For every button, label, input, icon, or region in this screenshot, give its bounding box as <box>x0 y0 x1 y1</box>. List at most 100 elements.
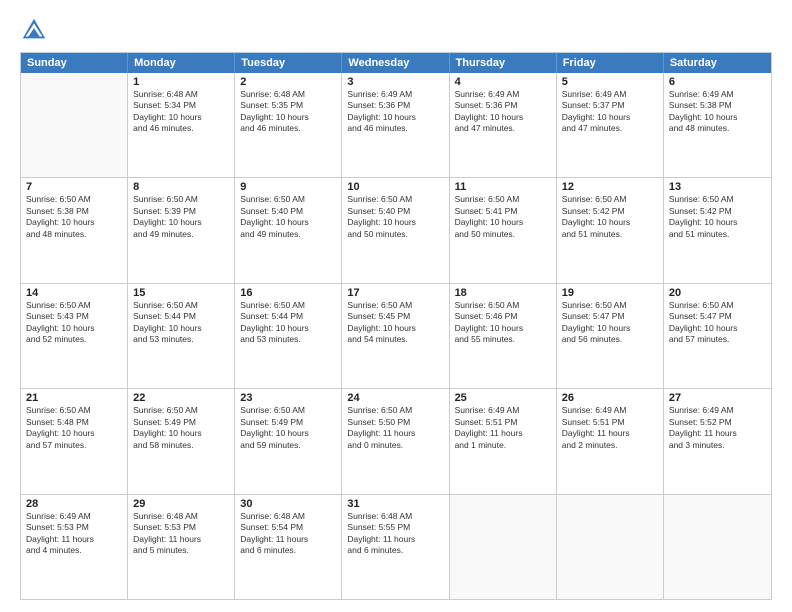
cal-cell: 16Sunrise: 6:50 AMSunset: 5:44 PMDayligh… <box>235 284 342 388</box>
day-number: 11 <box>455 181 551 193</box>
cell-line: and 48 minutes. <box>26 229 122 240</box>
cell-line: Sunrise: 6:49 AM <box>562 89 658 100</box>
day-number: 18 <box>455 287 551 299</box>
day-number: 23 <box>240 392 336 404</box>
cal-header-cell: Thursday <box>450 53 557 73</box>
cal-cell <box>557 495 664 599</box>
cell-line: Daylight: 10 hours <box>455 323 551 334</box>
cell-line: Daylight: 11 hours <box>26 534 122 545</box>
cell-line: Sunset: 5:48 PM <box>26 417 122 428</box>
cal-header-cell: Saturday <box>664 53 771 73</box>
cell-line: Sunset: 5:51 PM <box>562 417 658 428</box>
cell-line: and 2 minutes. <box>562 440 658 451</box>
cell-line: Sunrise: 6:50 AM <box>347 300 443 311</box>
cell-line: Daylight: 10 hours <box>26 428 122 439</box>
cal-cell: 22Sunrise: 6:50 AMSunset: 5:49 PMDayligh… <box>128 389 235 493</box>
cell-line: and 56 minutes. <box>562 334 658 345</box>
cell-line: and 55 minutes. <box>455 334 551 345</box>
cal-cell: 29Sunrise: 6:48 AMSunset: 5:53 PMDayligh… <box>128 495 235 599</box>
cell-line: Sunrise: 6:48 AM <box>347 511 443 522</box>
cal-cell: 31Sunrise: 6:48 AMSunset: 5:55 PMDayligh… <box>342 495 449 599</box>
cell-line: and 50 minutes. <box>347 229 443 240</box>
cal-cell: 2Sunrise: 6:48 AMSunset: 5:35 PMDaylight… <box>235 73 342 177</box>
cell-line: and 6 minutes. <box>240 545 336 556</box>
cell-line: and 46 minutes. <box>240 123 336 134</box>
day-number: 25 <box>455 392 551 404</box>
cal-cell: 26Sunrise: 6:49 AMSunset: 5:51 PMDayligh… <box>557 389 664 493</box>
cell-line: Daylight: 10 hours <box>562 112 658 123</box>
cal-cell: 10Sunrise: 6:50 AMSunset: 5:40 PMDayligh… <box>342 178 449 282</box>
cell-line: Daylight: 11 hours <box>669 428 766 439</box>
cal-cell: 27Sunrise: 6:49 AMSunset: 5:52 PMDayligh… <box>664 389 771 493</box>
cell-line: Daylight: 11 hours <box>562 428 658 439</box>
cal-cell: 8Sunrise: 6:50 AMSunset: 5:39 PMDaylight… <box>128 178 235 282</box>
cell-line: and 53 minutes. <box>133 334 229 345</box>
calendar-body: 1Sunrise: 6:48 AMSunset: 5:34 PMDaylight… <box>21 73 771 599</box>
cell-line: Sunset: 5:49 PM <box>133 417 229 428</box>
cal-cell <box>664 495 771 599</box>
cell-line: Sunset: 5:44 PM <box>133 311 229 322</box>
day-number: 12 <box>562 181 658 193</box>
cell-line: Daylight: 10 hours <box>240 323 336 334</box>
cell-line: Daylight: 10 hours <box>562 323 658 334</box>
cell-line: Sunrise: 6:50 AM <box>669 300 766 311</box>
cell-line: Sunset: 5:52 PM <box>669 417 766 428</box>
cell-line: Daylight: 10 hours <box>669 112 766 123</box>
cal-row: 1Sunrise: 6:48 AMSunset: 5:34 PMDaylight… <box>21 73 771 177</box>
cal-cell: 19Sunrise: 6:50 AMSunset: 5:47 PMDayligh… <box>557 284 664 388</box>
cal-cell: 11Sunrise: 6:50 AMSunset: 5:41 PMDayligh… <box>450 178 557 282</box>
cell-line: Sunset: 5:39 PM <box>133 206 229 217</box>
day-number: 14 <box>26 287 122 299</box>
cell-line: Sunset: 5:43 PM <box>26 311 122 322</box>
day-number: 15 <box>133 287 229 299</box>
cell-line: and 57 minutes. <box>26 440 122 451</box>
cell-line: Sunrise: 6:48 AM <box>133 89 229 100</box>
cell-line: Sunrise: 6:49 AM <box>455 405 551 416</box>
calendar-page: SundayMondayTuesdayWednesdayThursdayFrid… <box>0 0 792 612</box>
cal-cell: 23Sunrise: 6:50 AMSunset: 5:49 PMDayligh… <box>235 389 342 493</box>
cell-line: Daylight: 10 hours <box>347 217 443 228</box>
cell-line: Sunrise: 6:50 AM <box>133 300 229 311</box>
day-number: 3 <box>347 76 443 88</box>
cell-line: Sunrise: 6:50 AM <box>26 405 122 416</box>
cell-line: Sunset: 5:35 PM <box>240 100 336 111</box>
cell-line: and 49 minutes. <box>240 229 336 240</box>
cell-line: Sunset: 5:46 PM <box>455 311 551 322</box>
cell-line: Sunrise: 6:50 AM <box>347 405 443 416</box>
cal-cell: 13Sunrise: 6:50 AMSunset: 5:42 PMDayligh… <box>664 178 771 282</box>
cal-header-cell: Wednesday <box>342 53 449 73</box>
cell-line: Sunset: 5:53 PM <box>26 522 122 533</box>
day-number: 30 <box>240 498 336 510</box>
cell-line: Daylight: 10 hours <box>455 112 551 123</box>
cell-line: Daylight: 11 hours <box>240 534 336 545</box>
cell-line: Sunrise: 6:50 AM <box>669 194 766 205</box>
cell-line: Daylight: 10 hours <box>240 112 336 123</box>
cell-line: Sunset: 5:40 PM <box>240 206 336 217</box>
cell-line: Daylight: 11 hours <box>347 428 443 439</box>
day-number: 16 <box>240 287 336 299</box>
cell-line: Sunrise: 6:49 AM <box>347 89 443 100</box>
cell-line: Daylight: 11 hours <box>133 534 229 545</box>
cell-line: Sunset: 5:38 PM <box>669 100 766 111</box>
cell-line: and 0 minutes. <box>347 440 443 451</box>
cell-line: Sunrise: 6:48 AM <box>133 511 229 522</box>
cell-line: Sunrise: 6:50 AM <box>562 194 658 205</box>
cell-line: Sunset: 5:44 PM <box>240 311 336 322</box>
cal-row: 7Sunrise: 6:50 AMSunset: 5:38 PMDaylight… <box>21 177 771 282</box>
day-number: 31 <box>347 498 443 510</box>
cell-line: and 4 minutes. <box>26 545 122 556</box>
cal-cell: 28Sunrise: 6:49 AMSunset: 5:53 PMDayligh… <box>21 495 128 599</box>
cell-line: Daylight: 10 hours <box>562 217 658 228</box>
cell-line: Sunset: 5:49 PM <box>240 417 336 428</box>
cal-header-cell: Friday <box>557 53 664 73</box>
day-number: 2 <box>240 76 336 88</box>
cell-line: Sunset: 5:54 PM <box>240 522 336 533</box>
cell-line: Daylight: 10 hours <box>240 217 336 228</box>
day-number: 17 <box>347 287 443 299</box>
cal-cell: 7Sunrise: 6:50 AMSunset: 5:38 PMDaylight… <box>21 178 128 282</box>
cal-cell: 6Sunrise: 6:49 AMSunset: 5:38 PMDaylight… <box>664 73 771 177</box>
cell-line: Sunset: 5:55 PM <box>347 522 443 533</box>
cell-line: Daylight: 10 hours <box>240 428 336 439</box>
cell-line: Sunrise: 6:48 AM <box>240 511 336 522</box>
cell-line: Sunset: 5:38 PM <box>26 206 122 217</box>
